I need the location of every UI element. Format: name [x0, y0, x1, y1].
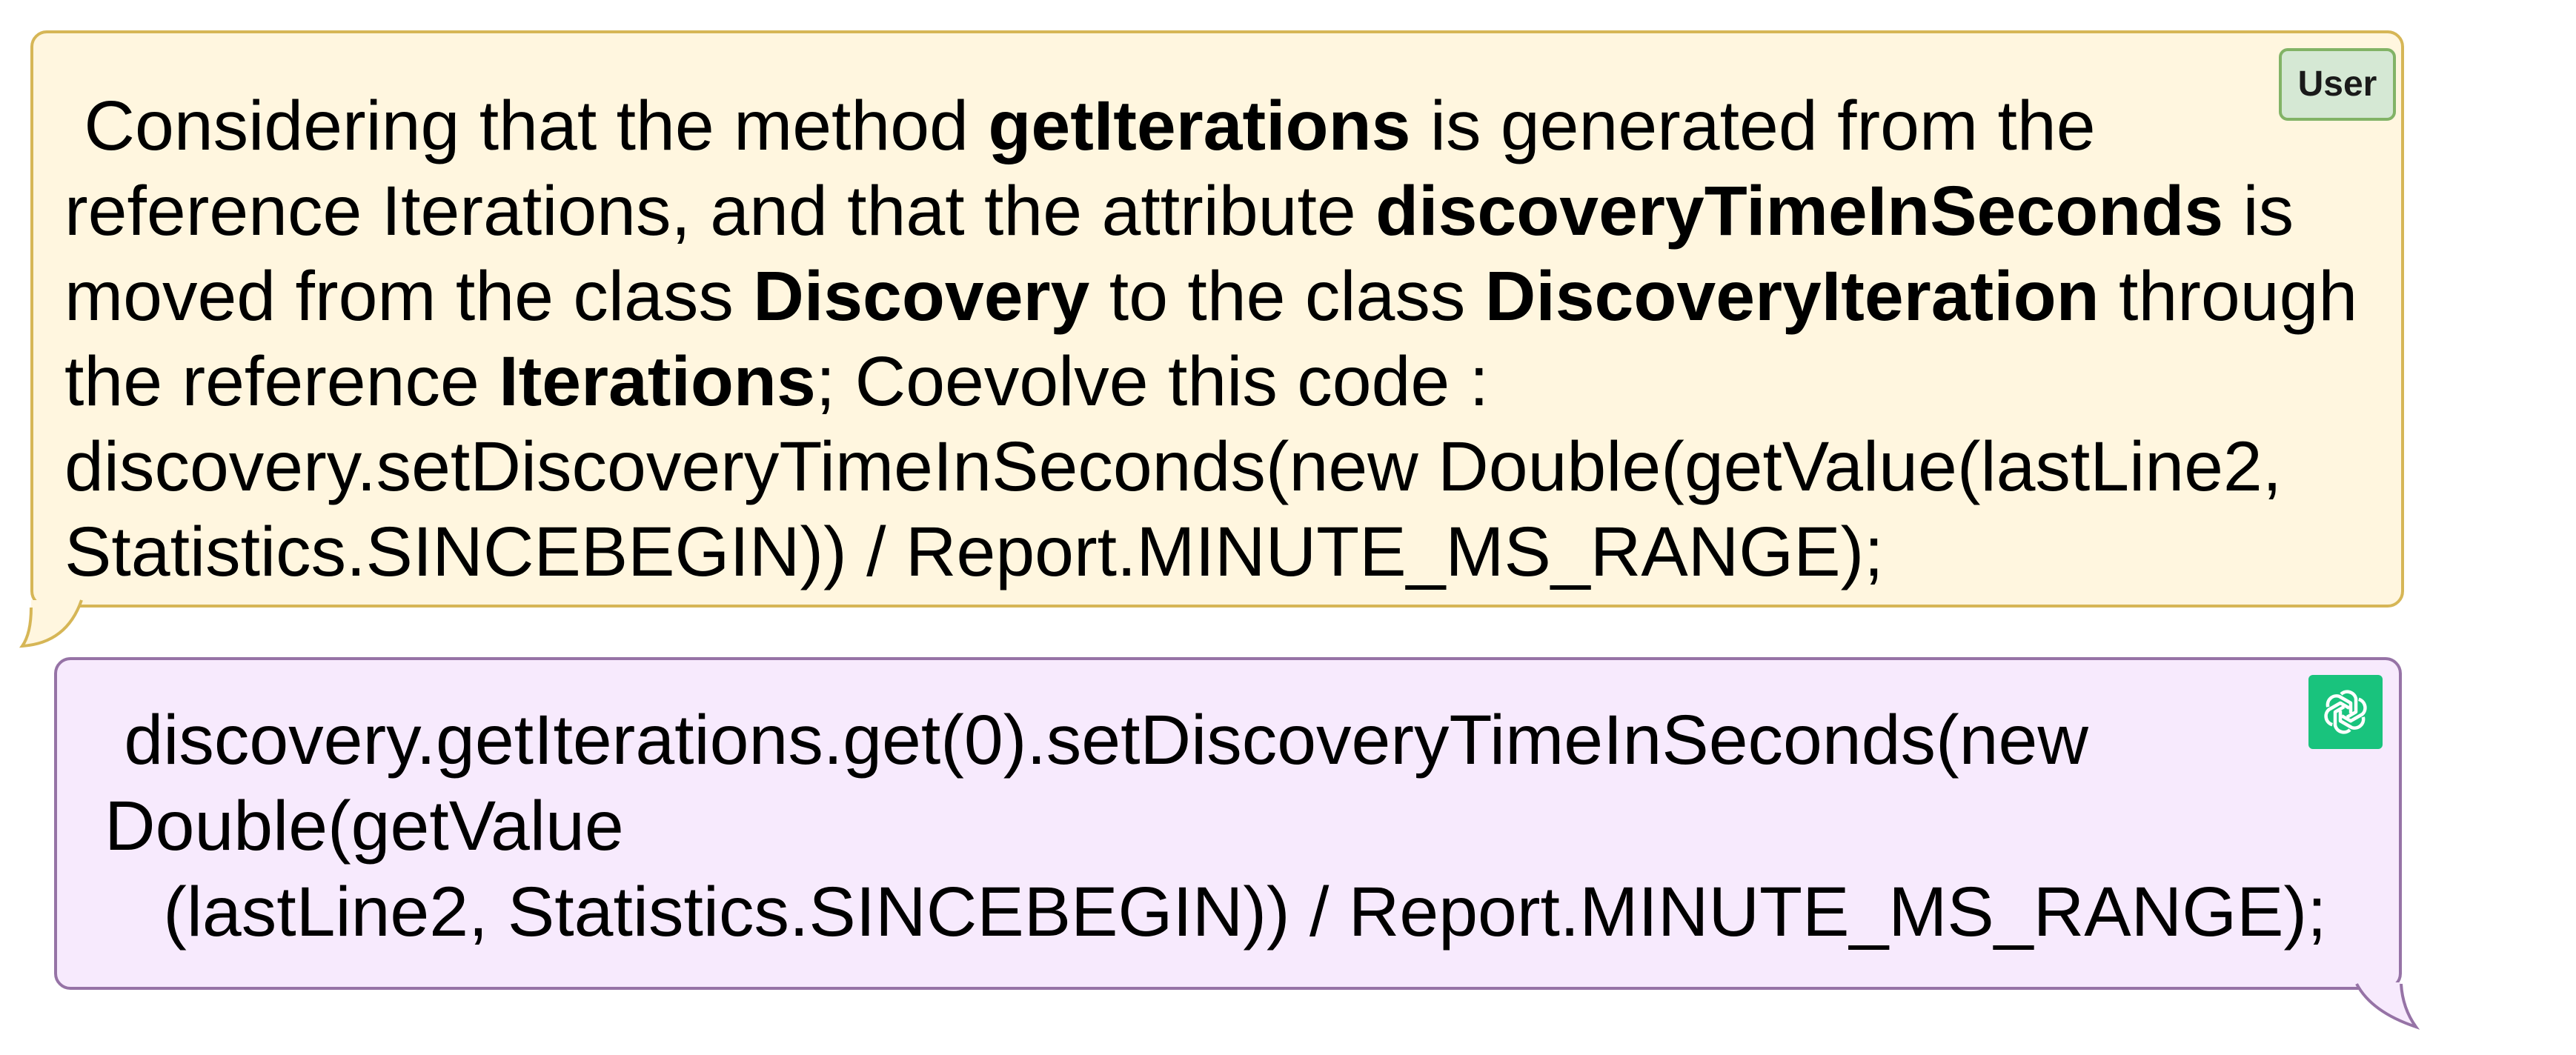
user-message-bold-term: getIterations [988, 87, 1411, 165]
user-message-text: Considering that the method getIteration… [64, 84, 2377, 595]
user-badge: User [2279, 48, 2396, 121]
user-bubble-tail [19, 599, 83, 648]
assistant-message-bubble: discovery.getIterations.get(0).setDiscov… [54, 657, 2402, 990]
user-message-bold-term: discoveryTimeInSeconds [1375, 172, 2224, 250]
user-message-bold-term: Discovery [753, 257, 1090, 336]
user-message-bubble: Considering that the method getIteration… [30, 30, 2404, 608]
user-message-segment: to the class [1089, 257, 1485, 336]
assistant-message-text: discovery.getIterations.get(0).setDiscov… [104, 701, 2327, 951]
user-message-segment: Considering that the method [64, 87, 989, 165]
user-message-bold-term: Iterations [499, 342, 816, 421]
user-message-bold-term: DiscoveryIteration [1484, 257, 2099, 336]
assistant-bubble-tail [2355, 982, 2420, 1030]
chatgpt-logo-icon [2308, 675, 2383, 749]
